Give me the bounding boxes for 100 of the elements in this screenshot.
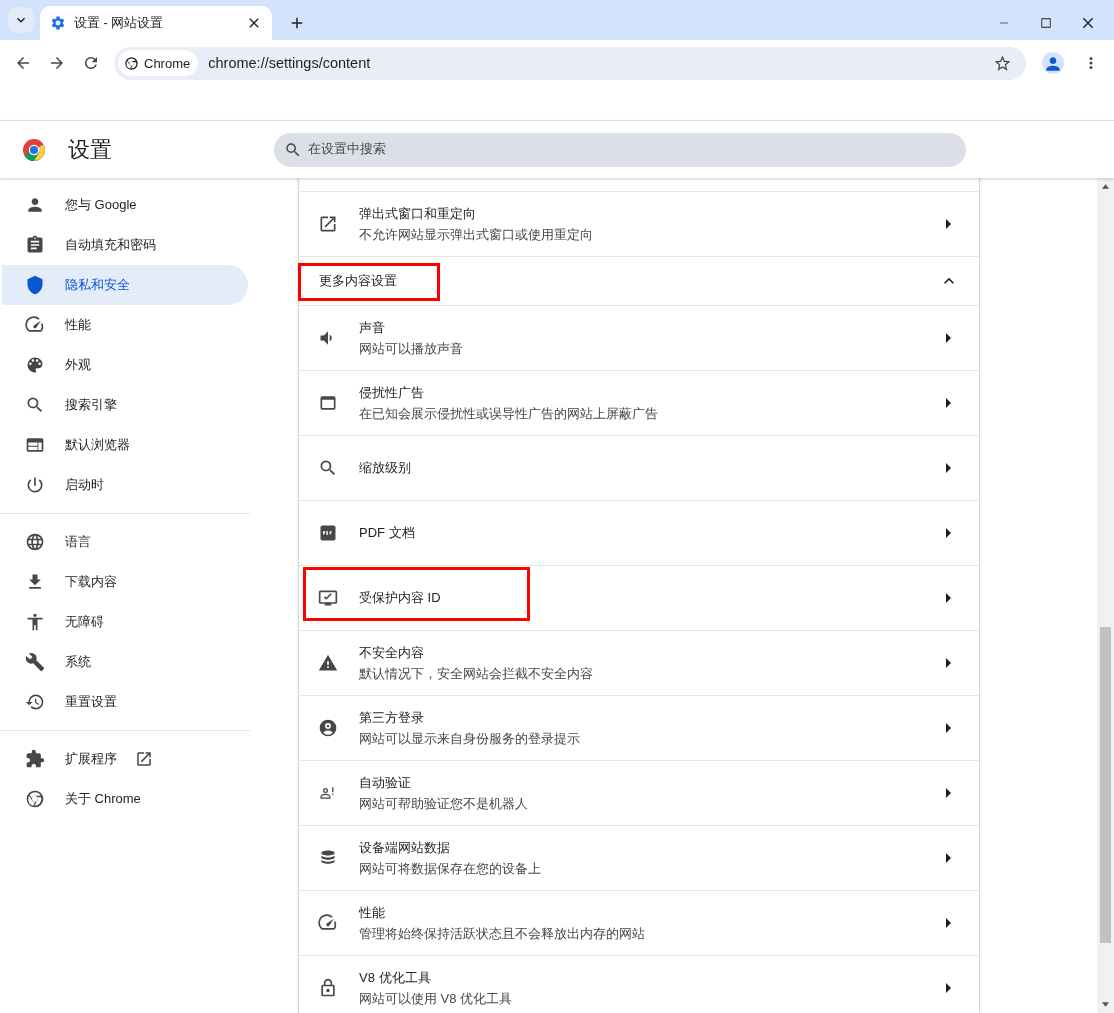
search-field[interactable]: 在设置中搜索 [274, 132, 966, 167]
sidebar-item[interactable]: 无障碍 [2, 602, 248, 642]
row-title: 第三方登录 [359, 708, 425, 727]
settings-row[interactable]: 设备端网站数据 网站可将数据保存在您的设备上 [299, 826, 979, 891]
site-chip[interactable]: Chrome [118, 50, 199, 76]
row-title: 缩放级别 [359, 459, 412, 477]
settings-row[interactable]: 缩放级别 [299, 436, 979, 501]
reload-icon[interactable] [82, 54, 100, 72]
forward-arrow-icon[interactable] [48, 54, 66, 72]
row-title: 声音 [359, 318, 386, 337]
monitor-check-icon [318, 588, 338, 608]
row-title: 受保护内容 ID [359, 589, 442, 607]
section-header[interactable]: 更多内容设置 [299, 257, 979, 306]
row-description: 网站可以使用 V8 优化工具 [359, 989, 514, 1008]
sidebar-item[interactable]: 默认浏览器 [2, 425, 248, 465]
sidebar-item[interactable]: 扩展程序 [2, 739, 248, 779]
row-title: 设备端网站数据 [359, 838, 451, 857]
sidebar-item[interactable]: 自动填充和密码 [2, 225, 248, 265]
sidebar-item[interactable]: 性能 [2, 305, 248, 345]
sidebar-item[interactable]: 系统 [2, 642, 248, 682]
row-description: 网站可帮助验证您不是机器人 [359, 794, 529, 813]
clipboard-icon [25, 235, 45, 255]
row-description: 网站可以显示来自身份服务的登录提示 [359, 729, 581, 748]
row-description: 管理将始终保持活跃状态且不会释放出内存的网站 [359, 924, 646, 943]
arrow-right-icon [946, 788, 951, 798]
sidebar-item[interactable]: 关于 Chrome [2, 779, 248, 819]
browser-tab[interactable]: 设置 - 网站设置 [40, 6, 272, 40]
shield-icon [25, 275, 45, 295]
wrench-icon [25, 652, 45, 672]
scrollbar[interactable] [1097, 178, 1114, 1013]
window-icon [318, 393, 338, 413]
sidebar-item[interactable]: 隐私和安全 [2, 265, 248, 305]
arrow-right-icon [946, 853, 951, 863]
search-icon [25, 395, 45, 415]
settings-row[interactable]: 第三方登录 网站可以显示来自身份服务的登录提示 [299, 696, 979, 761]
chrome-logo-icon [25, 789, 45, 809]
lock-icon [318, 978, 338, 998]
scroll-up-arrow-icon[interactable] [1102, 184, 1109, 189]
row-description: 在已知会展示侵扰性或误导性广告的网站上屏蔽广告 [359, 404, 659, 423]
pdf-file-icon [318, 523, 338, 543]
palette-icon [25, 355, 45, 375]
scrollbar-thumb[interactable] [1100, 627, 1111, 943]
arrow-right-icon [946, 983, 951, 993]
arrow-right-icon [946, 398, 951, 408]
row-title: PDF 文档 [359, 524, 416, 542]
arrow-right-icon [946, 528, 951, 538]
chrome-logo-icon [124, 55, 139, 71]
arrow-right-icon [946, 723, 951, 733]
row-title: V8 优化工具 [359, 968, 432, 987]
history-icon [25, 692, 45, 712]
sidebar-item[interactable]: 外观 [2, 345, 248, 385]
accessibility-icon [25, 612, 45, 632]
settings-row[interactable]: 自动验证 网站可帮助验证您不是机器人 [299, 761, 979, 826]
arrow-right-icon [946, 658, 951, 668]
settings-row[interactable]: 弹出式窗口和重定向 不允许网站显示弹出式窗口或使用重定向 [299, 192, 979, 257]
maximize-icon[interactable] [1038, 15, 1054, 31]
scroll-down-arrow-icon[interactable] [1102, 1002, 1109, 1007]
sidebar-item[interactable]: 语言 [2, 522, 248, 562]
settings-row[interactable]: V8 优化工具 网站可以使用 V8 优化工具 [299, 956, 979, 1013]
settings-row[interactable]: 声音 网站可以播放声音 [299, 306, 979, 371]
settings-row[interactable]: 不安全内容 默认情况下，安全网站会拦截不安全内容 [299, 631, 979, 696]
settings-row[interactable]: 受保护内容 ID [299, 566, 979, 631]
sidebar-item[interactable]: 启动时 [2, 465, 248, 505]
address-bar[interactable]: Chrome chrome://settings/content [114, 46, 1026, 80]
gauge-icon [25, 315, 45, 335]
settings-row[interactable]: PDF 文档 [299, 501, 979, 566]
arrow-right-icon [946, 333, 951, 343]
external-link-icon [135, 750, 153, 768]
row-title: 性能 [359, 903, 386, 922]
arrow-right-icon [946, 463, 951, 473]
gear-icon [50, 15, 66, 31]
arrow-right-icon [946, 219, 951, 229]
puzzle-icon [25, 749, 45, 769]
row-title: 弹出式窗口和重定向 [359, 204, 477, 223]
chrome-logo-icon [22, 137, 46, 162]
sidebar-item[interactable]: 下载内容 [2, 562, 248, 602]
sidebar-item[interactable]: 搜索引擎 [2, 385, 248, 425]
tab-list-button[interactable] [8, 7, 34, 33]
row-title: 侵扰性广告 [359, 383, 425, 402]
sidebar-item[interactable]: 重置设置 [2, 682, 248, 722]
warning-icon [318, 653, 338, 673]
external-link-icon [318, 214, 338, 234]
sidebar-item[interactable]: 您与 Google [2, 185, 248, 225]
power-icon [25, 475, 45, 495]
star-icon[interactable] [993, 53, 1012, 73]
row-description: 不允许网站显示弹出式窗口或使用重定向 [359, 225, 594, 244]
profile-avatar[interactable] [1042, 52, 1064, 74]
globe-icon [25, 532, 45, 552]
row-description: 网站可将数据保存在您的设备上 [359, 859, 542, 878]
close-icon[interactable] [1080, 15, 1096, 31]
magnifier-icon [318, 458, 338, 478]
gauge-icon [318, 913, 338, 933]
row-description: 默认情况下，安全网站会拦截不安全内容 [359, 664, 594, 683]
settings-row[interactable]: 性能 管理将始终保持活跃状态且不会释放出内存的网站 [299, 891, 979, 956]
row-description: 网站可以播放声音 [359, 339, 464, 358]
url-text: chrome://settings/content [208, 55, 372, 71]
arrow-right-icon [946, 918, 951, 928]
settings-title: 设置 [68, 135, 113, 164]
row-title: 自动验证 [359, 773, 412, 792]
settings-row[interactable]: 侵扰性广告 在已知会展示侵扰性或误导性广告的网站上屏蔽广告 [299, 371, 979, 436]
